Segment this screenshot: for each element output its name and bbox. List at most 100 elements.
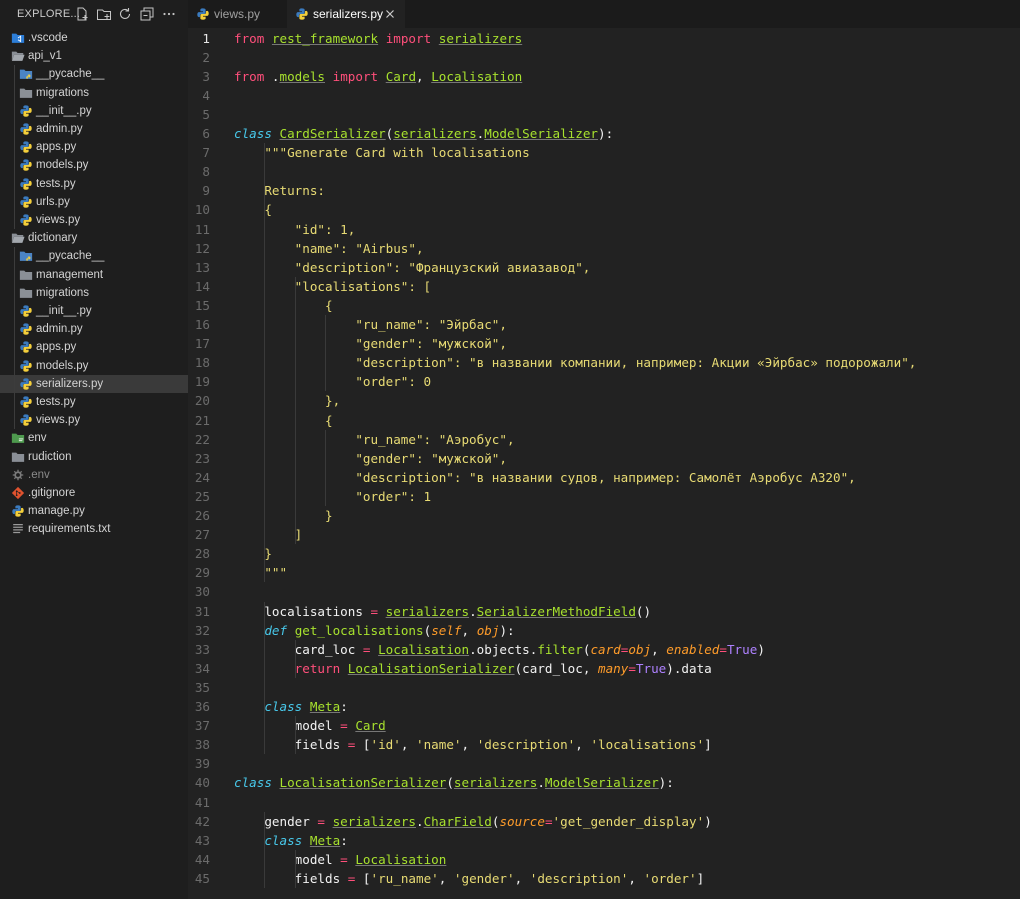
code-line[interactable]: 29 """ xyxy=(188,563,1020,582)
tree-item[interactable]: __pycache__ xyxy=(0,65,188,83)
code-line[interactable]: 35 xyxy=(188,678,1020,697)
code-line[interactable]: 22 "ru_name": "Аэробус", xyxy=(188,430,1020,449)
tree-item[interactable]: __init__.py xyxy=(0,102,188,120)
code-line[interactable]: 21 { xyxy=(188,411,1020,430)
code-line[interactable]: 23 "gender": "мужской", xyxy=(188,449,1020,468)
code-line[interactable]: 9 Returns: xyxy=(188,181,1020,200)
code-line[interactable]: 36 class Meta: xyxy=(188,697,1020,716)
new-folder-icon[interactable] xyxy=(96,6,112,22)
code-line[interactable]: 14 "localisations": [ xyxy=(188,277,1020,296)
tree-item[interactable]: manage.py xyxy=(0,502,188,520)
tree-item[interactable]: migrations xyxy=(0,84,188,102)
new-file-icon[interactable] xyxy=(74,6,90,22)
code-line[interactable]: 1 from rest_framework import serializers xyxy=(188,29,1020,48)
tab-serializers-py[interactable]: serializers.py xyxy=(287,0,405,28)
tree-item[interactable]: .vscode xyxy=(0,29,188,47)
folder-icon xyxy=(19,270,33,280)
code-token: 'ru_name' xyxy=(370,870,439,886)
code-line[interactable]: 12 "name": "Airbus", xyxy=(188,239,1020,258)
tree-item[interactable]: admin.py xyxy=(0,320,188,338)
code-line[interactable]: 6 class CardSerializer(serializers.ModelS… xyxy=(188,124,1020,143)
code-line[interactable]: 26 } xyxy=(188,506,1020,525)
tab-views-py[interactable]: views.py xyxy=(188,0,287,28)
tree-item[interactable]: tests.py xyxy=(0,175,188,193)
code-text: { xyxy=(234,296,333,315)
code-line[interactable]: 28 } xyxy=(188,544,1020,563)
code-line[interactable]: 11 "id": 1, xyxy=(188,220,1020,239)
code-line[interactable]: 20 }, xyxy=(188,391,1020,410)
tree-item[interactable]: apps.py xyxy=(0,338,188,356)
code-line[interactable]: 5 xyxy=(188,105,1020,124)
code-text: } xyxy=(234,544,272,563)
code-line[interactable]: 31 localisations = serializers.Serialize… xyxy=(188,602,1020,621)
tree-item[interactable]: rudiction xyxy=(0,448,188,466)
tree-item-label: models.py xyxy=(36,159,89,172)
tree-item-label: __pycache__ xyxy=(36,68,105,81)
code-line[interactable]: 42 gender = serializers.CharField(source… xyxy=(188,812,1020,831)
tree-item[interactable]: models.py xyxy=(0,357,188,375)
code-line[interactable]: 37 model = Card xyxy=(188,716,1020,735)
line-number: 13 xyxy=(194,259,210,275)
code-line[interactable]: 3 from .models import Card, Localisation xyxy=(188,67,1020,86)
collapse-all-icon[interactable] xyxy=(139,6,155,22)
tree-item[interactable]: env xyxy=(0,429,188,447)
code-token: 'description' xyxy=(476,737,576,753)
code-line[interactable]: 44 model = Localisation xyxy=(188,850,1020,869)
code-line[interactable]: 43 class Meta: xyxy=(188,831,1020,850)
tree-item[interactable]: admin.py xyxy=(0,120,188,138)
code-line[interactable]: 2 xyxy=(188,48,1020,67)
tree-item[interactable]: migrations xyxy=(0,284,188,302)
close-tab-icon[interactable] xyxy=(385,9,395,19)
tree-item[interactable]: __pycache__ xyxy=(0,247,188,265)
code-line[interactable]: 8 xyxy=(188,162,1020,181)
code-token: } xyxy=(234,508,333,523)
refresh-icon[interactable] xyxy=(117,6,133,22)
tree-item[interactable]: management xyxy=(0,266,188,284)
code-line[interactable]: 34 return LocalisationSerializer(card_lo… xyxy=(188,659,1020,678)
line-number: 25 xyxy=(194,488,210,504)
code-token: . xyxy=(537,775,545,791)
tree-item[interactable]: tests.py xyxy=(0,393,188,411)
line-number: 44 xyxy=(194,851,210,867)
code-line[interactable]: 40 class LocalisationSerializer(serialize… xyxy=(188,773,1020,792)
code-token: class xyxy=(264,699,303,714)
code-line[interactable]: 45 fields = ['ru_name', 'gender', 'descr… xyxy=(188,869,1020,888)
more-actions-icon[interactable] xyxy=(161,6,177,22)
code-line[interactable]: 24 "description": "в названии судов, нап… xyxy=(188,468,1020,487)
code-token: model xyxy=(234,851,341,867)
code-line[interactable]: 7 """Generate Card with localisations xyxy=(188,143,1020,162)
code-line[interactable]: 32 def get_localisations(self, obj): xyxy=(188,621,1020,640)
code-line[interactable]: 18 "description": "в названии компании, … xyxy=(188,353,1020,372)
tree-item[interactable]: .gitignore xyxy=(0,484,188,502)
code-line[interactable]: 17 "gender": "мужской", xyxy=(188,334,1020,353)
code-line[interactable]: 4 xyxy=(188,86,1020,105)
tree-item[interactable]: requirements.txt xyxy=(0,520,188,538)
settings-file-icon xyxy=(12,469,24,481)
tree-item[interactable]: __init__.py xyxy=(0,302,188,320)
code-line[interactable]: 10 { xyxy=(188,200,1020,219)
tree-item[interactable]: dictionary xyxy=(0,229,188,247)
tree-item[interactable]: views.py xyxy=(0,211,188,229)
tree-item[interactable]: serializers.py xyxy=(0,374,188,393)
tree-item[interactable]: apps.py xyxy=(0,138,188,156)
code-line[interactable]: 25 "order": 1 xyxy=(188,487,1020,506)
tree-item[interactable]: api_v1 xyxy=(0,47,188,65)
tree-item[interactable]: models.py xyxy=(0,156,188,174)
tree-item[interactable]: urls.py xyxy=(0,193,188,211)
tree-item-label: migrations xyxy=(36,286,90,299)
code-line[interactable]: 19 "order": 0 xyxy=(188,372,1020,391)
code-line[interactable]: 33 card_loc = Localisation.objects.filte… xyxy=(188,640,1020,659)
code-line[interactable]: 16 "ru_name": "Эйрбас", xyxy=(188,315,1020,334)
code-token: Localisation xyxy=(378,641,470,657)
code-line[interactable]: 15 { xyxy=(188,296,1020,315)
code-line[interactable]: 38 fields = ['id', 'name', 'description'… xyxy=(188,735,1020,754)
code-line[interactable]: 39 xyxy=(188,754,1020,773)
code-line[interactable]: 27 ] xyxy=(188,525,1020,544)
tree-item[interactable]: .env xyxy=(0,466,188,484)
code-line[interactable]: 41 xyxy=(188,793,1020,812)
code-line[interactable]: 13 "description": "Французский авиазавод… xyxy=(188,258,1020,277)
code-line[interactable]: 30 xyxy=(188,582,1020,601)
tree-item[interactable]: views.py xyxy=(0,411,188,429)
line-number: 41 xyxy=(194,794,210,810)
